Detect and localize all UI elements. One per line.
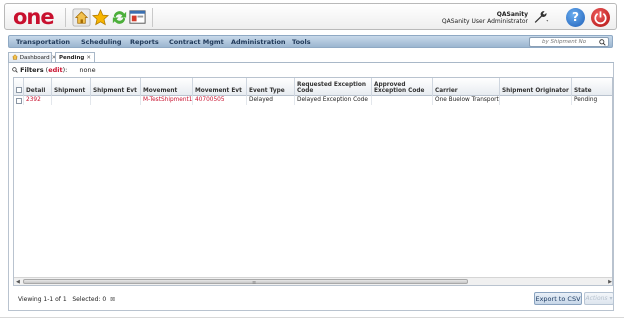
filters-edit-link[interactable]: edit xyxy=(48,66,62,74)
clear-selection-icon[interactable]: ⊠ xyxy=(110,296,115,303)
help-icon[interactable]: ? xyxy=(566,8,585,27)
horizontal-scrollbar[interactable]: ◀ ≡ ▶ xyxy=(14,277,612,286)
search-input[interactable] xyxy=(530,38,598,46)
filters-value: none xyxy=(79,66,96,74)
scrollbar-thumb[interactable]: ≡ xyxy=(23,279,468,286)
nav-scheduling[interactable]: Scheduling xyxy=(81,38,122,46)
cell-detail[interactable]: 2392 xyxy=(24,96,52,105)
divider xyxy=(152,8,153,27)
favorites-star-icon[interactable] xyxy=(91,8,110,27)
pending-panel: Filters (edit): none Detail Shipment Shi… xyxy=(8,63,614,311)
col-carrier[interactable]: Carrier xyxy=(433,78,500,96)
cell-shipment xyxy=(52,96,91,105)
scrollbar-grip-icon: ≡ xyxy=(252,280,257,286)
col-shipment[interactable]: Shipment xyxy=(52,78,91,96)
screen-window-icon[interactable] xyxy=(128,8,147,27)
nav-administration[interactable]: Administration xyxy=(231,38,286,46)
col-event-type[interactable]: Event Type xyxy=(247,78,295,96)
scroll-right-arrow-icon[interactable]: ▶ xyxy=(608,279,612,285)
viewing-count: Viewing 1-1 of 1 xyxy=(18,296,67,303)
paren-close: ): xyxy=(62,66,68,74)
col-approved-exception-code[interactable]: Approved Exception Code xyxy=(372,78,433,96)
divider xyxy=(0,317,624,318)
user-name: QASanity xyxy=(496,11,528,18)
cell-movement[interactable]: M-TestShipment1 xyxy=(141,96,193,105)
col-shipment-evt[interactable]: Shipment Evt xyxy=(91,78,141,96)
col-movement[interactable]: Movement xyxy=(141,78,193,96)
top-bar: one QASanity QASanity User Administrator… xyxy=(4,3,617,30)
logout-power-icon[interactable] xyxy=(591,8,610,27)
search-icon[interactable] xyxy=(599,39,606,46)
close-icon[interactable]: ✕ xyxy=(86,55,91,61)
cell-movement-evt[interactable]: 40700505 xyxy=(193,96,247,105)
export-csv-button[interactable]: Export to CSV xyxy=(534,292,582,305)
selected-count: Selected: 0 xyxy=(72,296,107,303)
row-checkbox[interactable] xyxy=(16,97,22,104)
nav-tools[interactable]: Tools xyxy=(292,38,311,46)
wrench-menu-icon[interactable] xyxy=(532,9,550,26)
nav-transportation[interactable]: Transportation xyxy=(16,38,70,46)
main-nav: Transportation Scheduling Reports Contra… xyxy=(8,35,613,48)
cell-originator xyxy=(500,96,572,105)
refresh-icon[interactable] xyxy=(110,8,129,27)
cell-shipment-evt xyxy=(91,96,141,105)
magnifier-icon xyxy=(12,67,18,73)
pending-grid: Detail Shipment Shipment Evt Movement Mo… xyxy=(13,77,613,286)
cell-state: Pending xyxy=(572,96,612,105)
paging-status: Viewing 1-1 of 1 Selected: 0 ⊠ xyxy=(18,296,115,303)
col-movement-evt[interactable]: Movement Evt xyxy=(193,78,247,96)
col-detail[interactable]: Detail xyxy=(24,78,52,96)
grid-header: Detail Shipment Shipment Evt Movement Mo… xyxy=(14,78,612,96)
col-requested-exception-code[interactable]: Requested Exception Code xyxy=(295,78,372,96)
app-logo[interactable]: one xyxy=(13,5,55,29)
nav-contract-mgmt[interactable]: Contract Mgmt xyxy=(169,38,224,46)
grid-footer: Viewing 1-1 of 1 Selected: 0 ⊠ Export to… xyxy=(8,290,614,308)
divider xyxy=(65,8,66,27)
cell-carrier: One Buelow Transport xyxy=(435,96,500,105)
tab-label: Pending xyxy=(59,55,85,61)
home-icon xyxy=(12,54,18,60)
filter-row: Filters (edit): none xyxy=(12,66,96,74)
tab-label: Dashboard xyxy=(19,55,50,61)
user-role: QASanity User Administrator xyxy=(441,18,528,25)
select-all-checkbox[interactable] xyxy=(16,87,22,93)
cell-event-type: Delayed xyxy=(247,96,295,105)
shipment-search xyxy=(529,37,609,47)
col-shipment-originator[interactable]: Shipment Originator xyxy=(500,78,572,96)
row-select-cell xyxy=(14,96,24,105)
home-icon[interactable] xyxy=(72,8,91,27)
cell-requested-code: Delayed Exception Code xyxy=(295,96,372,105)
cell-approved-code xyxy=(372,96,433,105)
nav-reports[interactable]: Reports xyxy=(130,38,159,46)
col-state[interactable]: State xyxy=(572,78,612,96)
select-all-cell xyxy=(14,78,24,96)
table-row[interactable]: 2392 M-TestShipment1 40700505 Delayed De… xyxy=(14,96,612,105)
actions-button[interactable]: Actions ▾ xyxy=(584,292,614,305)
scroll-left-arrow-icon[interactable]: ◀ xyxy=(16,279,20,285)
filters-label: Filters xyxy=(20,66,44,74)
